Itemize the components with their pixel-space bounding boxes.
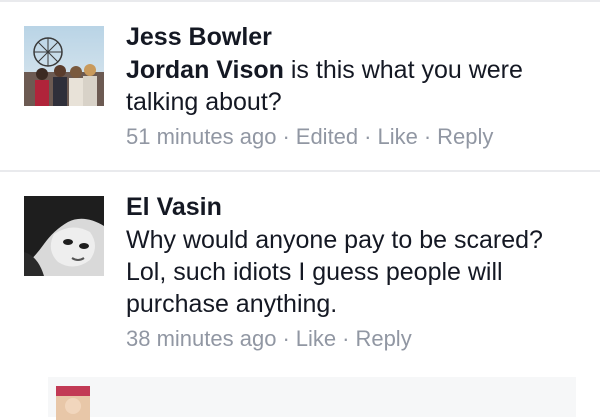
mention-link[interactable]: Jordan Vison: [126, 56, 284, 84]
comment: Jess Bowler Jordan Vison is this what yo…: [0, 0, 600, 170]
reply-link[interactable]: Reply: [437, 124, 493, 149]
meta-separator: ·: [342, 326, 350, 351]
comment-meta: 38 minutes ago · Like · Reply: [126, 322, 586, 356]
comment-timestamp[interactable]: 38 minutes ago: [126, 326, 276, 351]
comment-body: Jess Bowler Jordan Vison is this what yo…: [126, 20, 586, 154]
avatar[interactable]: [24, 196, 104, 276]
meta-separator: ·: [282, 326, 290, 351]
comment-timestamp[interactable]: 51 minutes ago: [126, 124, 276, 149]
avatar: [56, 386, 90, 420]
reply-link[interactable]: Reply: [355, 326, 411, 351]
edited-link[interactable]: Edited: [296, 124, 358, 149]
avatar-photo: [24, 26, 104, 106]
comment-meta: 51 minutes ago · Edited · Like · Reply: [126, 120, 586, 154]
comment-author[interactable]: El Vasin: [126, 190, 586, 224]
like-link[interactable]: Like: [377, 124, 417, 149]
meta-separator: ·: [364, 124, 372, 149]
meta-separator: ·: [282, 124, 290, 149]
meta-separator: ·: [423, 124, 432, 149]
comment-text: Jordan Vison is this what you were talki…: [126, 54, 586, 118]
comment: El Vasin Why would anyone pay to be scar…: [0, 172, 600, 372]
avatar[interactable]: [24, 26, 104, 106]
comment-text: Why would anyone pay to be scared? Lol, …: [126, 226, 543, 318]
comment-author[interactable]: Jess Bowler: [126, 20, 586, 54]
avatar-photo: [56, 386, 90, 420]
avatar-photo: [24, 196, 104, 276]
like-link[interactable]: Like: [296, 326, 336, 351]
reply-box[interactable]: [48, 377, 576, 420]
comment-body: El Vasin Why would anyone pay to be scar…: [126, 190, 586, 356]
